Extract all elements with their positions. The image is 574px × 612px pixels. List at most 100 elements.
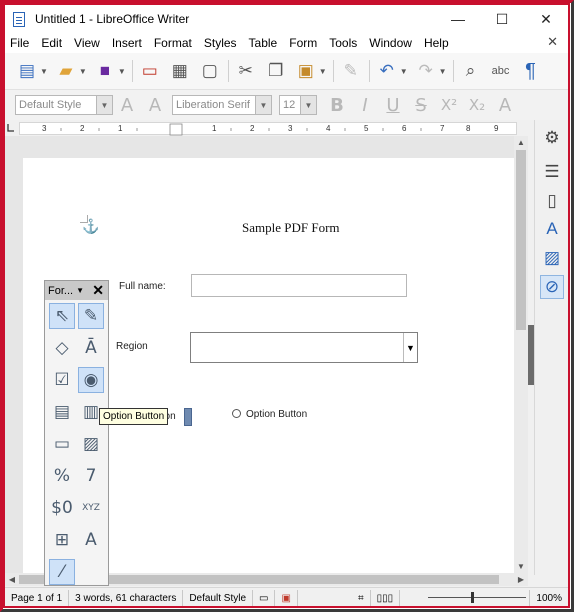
gallery-icon[interactable]: ▨ xyxy=(540,246,564,270)
subscript-icon[interactable]: X₂ xyxy=(465,93,489,117)
vertical-scroll-thumb[interactable] xyxy=(516,150,526,330)
open-dropdown-icon[interactable]: ▼ xyxy=(79,67,87,76)
close-document-button[interactable]: ✕ xyxy=(547,34,558,50)
text-box-icon[interactable]: Ā xyxy=(78,335,104,361)
save-dropdown-icon[interactable]: ▼ xyxy=(118,67,126,76)
menu-table[interactable]: Table xyxy=(244,36,285,50)
chevron-down-icon[interactable]: ▼ xyxy=(255,96,271,114)
clone-formatting-icon[interactable]: ✎ xyxy=(339,59,363,83)
scroll-down-icon[interactable]: ▼ xyxy=(514,560,528,573)
undo-dropdown-icon[interactable]: ▼ xyxy=(400,67,408,76)
underline-icon[interactable]: U xyxy=(381,93,405,117)
list-box-icon[interactable]: ▤ xyxy=(49,399,75,425)
menu-view[interactable]: View xyxy=(69,36,107,50)
scroll-left-icon[interactable]: ◀ xyxy=(5,573,19,586)
redo-dropdown-icon[interactable]: ▼ xyxy=(439,67,447,76)
image-button-icon[interactable]: ▨ xyxy=(78,431,104,457)
push-button-icon[interactable]: ▭ xyxy=(49,431,75,457)
print-preview-icon[interactable]: ▢ xyxy=(198,59,222,83)
language-icon[interactable]: ▭ xyxy=(253,590,276,606)
maximize-button[interactable]: ☐ xyxy=(480,5,524,33)
font-name-combo[interactable]: Liberation Serif ▼ xyxy=(172,95,272,115)
chevron-down-icon[interactable]: ▼ xyxy=(300,96,316,114)
fontwork-icon[interactable]: A xyxy=(78,527,104,553)
option-button-radio[interactable] xyxy=(232,409,241,418)
selection-mode-icon[interactable]: ⌗ xyxy=(352,590,371,606)
styles-icon[interactable]: A xyxy=(540,217,564,241)
spelling-icon[interactable]: abc xyxy=(489,59,513,83)
currency-field-icon[interactable]: $0 xyxy=(49,495,75,521)
undo-icon[interactable]: ↶ xyxy=(375,59,399,83)
vertical-scrollbar[interactable]: ▲ ▼ xyxy=(514,136,528,573)
print-icon[interactable]: ▦ xyxy=(168,59,192,83)
navigator-icon[interactable]: ⊘ xyxy=(540,275,564,299)
cut-icon[interactable]: ✂ xyxy=(234,59,258,83)
chevron-down-icon[interactable]: ▼ xyxy=(403,333,417,362)
select-pointer-icon[interactable]: ⇖ xyxy=(49,303,75,329)
find-replace-icon[interactable]: ⌕ xyxy=(459,59,483,83)
menu-help[interactable]: Help xyxy=(419,36,456,50)
export-pdf-icon[interactable]: ▭ xyxy=(138,59,162,83)
view-layout-icon[interactable]: ▯▯▯ xyxy=(371,590,401,606)
save-icon[interactable]: ■ xyxy=(93,59,117,83)
page-count[interactable]: Page 1 of 1 xyxy=(5,590,70,606)
redo-icon[interactable]: ↷ xyxy=(414,59,438,83)
chevron-down-icon[interactable]: ▼ xyxy=(76,286,84,295)
new-style-icon[interactable]: A xyxy=(143,93,167,117)
palette-title-bar[interactable]: For... ▼ ✕ xyxy=(45,281,108,300)
menu-tools[interactable]: Tools xyxy=(324,36,364,50)
page-icon[interactable]: ▯ xyxy=(540,189,564,213)
option-button-icon[interactable]: ◉ xyxy=(78,367,104,393)
new-dropdown-icon[interactable]: ▼ xyxy=(40,67,48,76)
close-button[interactable]: ✕ xyxy=(524,5,568,33)
chevron-down-icon[interactable]: ▼ xyxy=(96,96,112,114)
pattern-field-icon[interactable]: XYZ xyxy=(78,495,104,521)
bold-icon[interactable]: B xyxy=(325,93,349,117)
menu-format[interactable]: Format xyxy=(149,36,199,50)
check-box-icon[interactable]: ☑ xyxy=(49,367,75,393)
menu-insert[interactable]: Insert xyxy=(107,36,149,50)
anchor-icon[interactable]: ⚓ xyxy=(82,218,99,235)
selection-handle[interactable] xyxy=(184,408,192,426)
scroll-right-icon[interactable]: ▶ xyxy=(514,573,528,586)
palette-close-button[interactable]: ✕ xyxy=(92,282,104,299)
update-style-icon[interactable]: A xyxy=(115,93,139,117)
menu-form[interactable]: Form xyxy=(284,36,324,50)
minimize-button[interactable]: — xyxy=(436,5,480,33)
wizards-icon[interactable]: ⁄ xyxy=(49,559,75,585)
scroll-up-icon[interactable]: ▲ xyxy=(514,136,528,149)
formatting-marks-icon[interactable]: ¶ xyxy=(519,59,543,83)
gear-icon[interactable]: ⚙ xyxy=(540,126,564,150)
menu-styles[interactable]: Styles xyxy=(199,36,244,50)
document-modified-icon[interactable]: ▣ xyxy=(275,590,298,606)
design-mode-icon[interactable]: ✎ xyxy=(78,303,104,329)
superscript-icon[interactable]: X² xyxy=(437,93,461,117)
zoom-slider[interactable] xyxy=(400,590,498,606)
open-folder-icon[interactable]: ▰ xyxy=(54,59,78,83)
italic-icon[interactable]: I xyxy=(353,93,377,117)
strikethrough-icon[interactable]: S xyxy=(409,93,433,117)
region-list-box[interactable]: ▼ xyxy=(190,332,418,363)
clear-formatting-icon[interactable]: A xyxy=(493,93,517,117)
zoom-track[interactable] xyxy=(428,597,526,598)
menu-window[interactable]: Window xyxy=(364,36,419,50)
tab-stop-selector[interactable] xyxy=(5,121,15,135)
word-count[interactable]: 3 words, 61 characters xyxy=(69,590,184,606)
page-style[interactable]: Default Style xyxy=(183,590,254,606)
paragraph-style-combo[interactable]: Default Style ▼ xyxy=(15,95,113,115)
paste-icon[interactable]: ▣ xyxy=(294,59,318,83)
numeric-field-icon[interactable]: 7 xyxy=(78,463,104,489)
zoom-knob[interactable] xyxy=(471,592,474,603)
horizontal-ruler[interactable]: 3 2 1 1 2 3 4 5 6 7 8 9 10 11 12 xyxy=(19,122,517,136)
table-control-icon[interactable]: ⊞ xyxy=(49,527,75,553)
copy-icon[interactable]: ❐ xyxy=(264,59,288,83)
new-document-icon[interactable]: ▤ xyxy=(15,59,39,83)
full-name-text-box[interactable] xyxy=(191,274,407,297)
menu-edit[interactable]: Edit xyxy=(36,36,69,50)
formatted-field-icon[interactable]: % xyxy=(49,463,75,489)
font-size-combo[interactable]: 12 ▼ xyxy=(279,95,317,115)
properties-icon[interactable]: ☰ xyxy=(540,160,564,184)
menu-file[interactable]: File xyxy=(5,36,36,50)
label-field-icon[interactable]: ◇ xyxy=(49,335,75,361)
paste-dropdown-icon[interactable]: ▼ xyxy=(319,67,327,76)
